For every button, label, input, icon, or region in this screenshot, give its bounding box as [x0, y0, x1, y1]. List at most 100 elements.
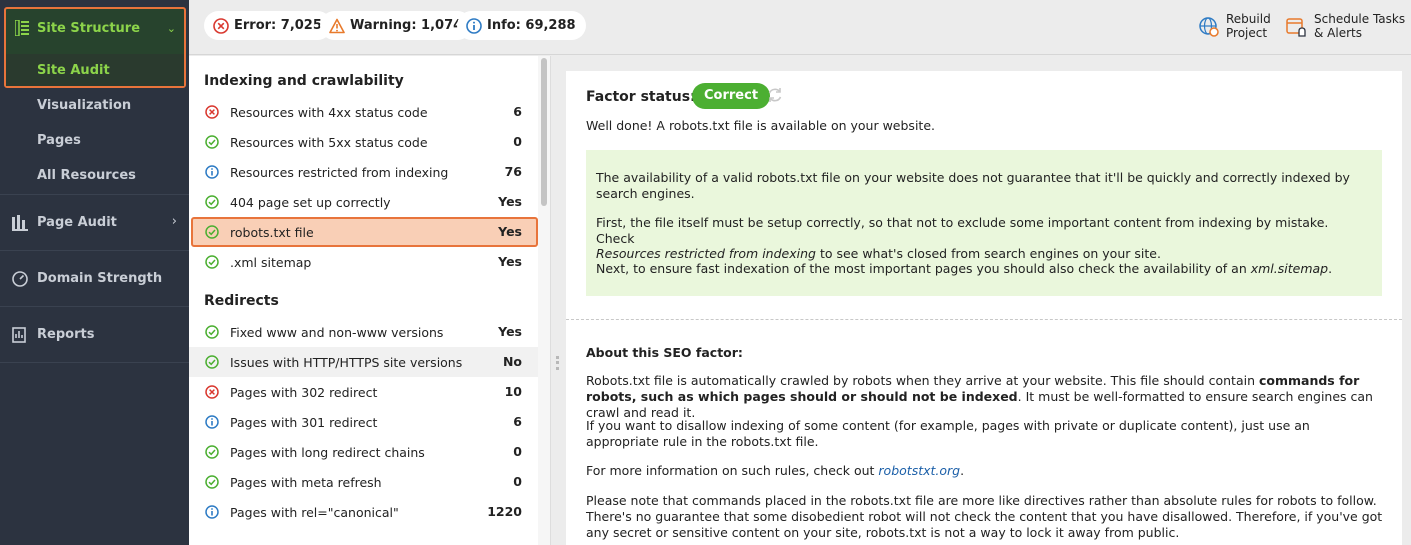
sidebar-item-label: Domain Strength: [37, 271, 163, 286]
section-title: Indexing and crawlability: [204, 73, 404, 89]
warning-icon: [329, 18, 345, 34]
sidebar-item-page-audit[interactable]: Page Audit ›: [0, 201, 189, 245]
factor-label: 404 page set up correctly: [230, 195, 391, 210]
check-circle-icon: [205, 135, 219, 149]
drag-handle[interactable]: [556, 356, 559, 370]
sidebar-item-label: Reports: [37, 327, 95, 342]
factor-row[interactable]: Pages with 302 redirect 10: [189, 377, 538, 407]
check-circle-icon: [205, 475, 219, 489]
factor-row[interactable]: Resources with 5xx status code 0: [189, 127, 538, 157]
factor-summary: Well done! A robots.txt file is availabl…: [586, 118, 935, 133]
schedule-label-line1: Schedule Tasks: [1314, 12, 1406, 26]
warning-count: Warning: 1,074: [350, 18, 463, 33]
factor-value: Yes: [498, 324, 522, 339]
panel-splitter[interactable]: [551, 56, 565, 545]
factor-value: Yes: [498, 224, 522, 239]
factor-row[interactable]: Pages with long redirect chains 0: [189, 437, 538, 467]
factor-row[interactable]: robots.txt file Yes: [191, 217, 538, 247]
factor-label: Pages with long redirect chains: [230, 445, 425, 460]
check-circle-icon: [205, 445, 219, 459]
sidebar-item-label: Site Audit: [37, 63, 110, 78]
top-bar: Error: 7,025 Warning: 1,074 Info: 69,288…: [189, 0, 1411, 55]
factor-row[interactable]: Fixed www and non-www versions Yes: [189, 317, 538, 347]
factor-row[interactable]: Pages with 301 redirect 6: [189, 407, 538, 437]
sidebar-item-label: Page Audit: [37, 215, 117, 230]
about-paragraph: Robots.txt file is automatically crawled…: [586, 373, 1373, 420]
factor-row[interactable]: Pages with rel="canonical" 1220: [189, 497, 538, 527]
status-badge: Correct: [692, 83, 771, 109]
rebuild-label-line1: Rebuild: [1226, 12, 1271, 26]
factor-row[interactable]: Issues with HTTP/HTTPS site versions No: [189, 347, 538, 377]
about-paragraph: Please note that commands placed in the …: [586, 493, 1383, 540]
section-title: Redirects: [204, 293, 279, 309]
sidebar-item-all-resources[interactable]: All Resources: [37, 168, 136, 183]
divider: [566, 319, 1402, 320]
factor-label: Pages with 301 redirect: [230, 415, 378, 430]
factor-row[interactable]: .xml sitemap Yes: [189, 247, 538, 277]
factor-label: Issues with HTTP/HTTPS site versions: [230, 355, 463, 370]
sidebar-item-pages[interactable]: Pages: [37, 133, 81, 148]
schedule-tasks-button[interactable]: Schedule Tasks & Alerts: [1286, 12, 1406, 40]
about-title: About this SEO factor:: [586, 345, 743, 360]
check-circle-icon: [205, 325, 219, 339]
scrollbar-thumb[interactable]: [541, 58, 547, 206]
factor-label: Pages with rel="canonical": [230, 505, 399, 520]
sidebar-item-visualization[interactable]: Visualization: [37, 98, 131, 113]
factor-detail-panel: Factor status: Correct Well done! A robo…: [566, 71, 1402, 545]
sidebar-item-label: Site Structure: [37, 21, 141, 36]
recommendation-paragraph: Next, to ensure fast indexation of the m…: [596, 261, 1333, 276]
info-count: Info: 69,288: [487, 18, 576, 33]
about-paragraph: For more information on such rules, chec…: [586, 463, 965, 478]
factor-label: Resources with 4xx status code: [230, 105, 428, 120]
factor-value: 10: [504, 384, 522, 399]
divider: [0, 362, 189, 363]
refresh-icon[interactable]: [766, 86, 784, 104]
factor-value: 1220: [487, 504, 522, 519]
factor-value: 0: [513, 134, 522, 149]
schedule-label-line2: & Alerts: [1314, 26, 1362, 40]
factor-value: 6: [513, 104, 522, 119]
error-count: Error: 7,025: [234, 18, 322, 33]
sidebar-item-site-audit[interactable]: Site Audit: [6, 54, 184, 86]
chevron-down-icon: ⌄: [166, 22, 176, 35]
factor-value: 76: [504, 164, 522, 179]
info-circle-icon: [205, 505, 219, 519]
factor-value: 6: [513, 414, 522, 429]
divider: [0, 250, 189, 251]
check-circle-icon: [205, 195, 219, 209]
divider: [0, 194, 189, 195]
error-count-badge[interactable]: Error: 7,025: [204, 11, 332, 40]
factor-value: Yes: [498, 194, 522, 209]
robotstxt-link[interactable]: robotstxt.org: [878, 463, 960, 478]
rebuild-project-button[interactable]: Rebuild Project: [1199, 12, 1271, 40]
divider: [0, 306, 189, 307]
factor-row[interactable]: Resources restricted from indexing 76: [189, 157, 538, 187]
chevron-right-icon: ›: [171, 214, 177, 229]
factor-row[interactable]: 404 page set up correctly Yes: [189, 187, 538, 217]
error-circle-icon: [205, 105, 219, 119]
calendar-alert-icon: [1286, 18, 1306, 37]
page-audit-icon: [12, 215, 28, 231]
factor-status-label: Factor status:: [586, 89, 696, 105]
recommendation-paragraph: The availability of a valid robots.txt f…: [596, 170, 1350, 201]
sidebar-item-reports[interactable]: Reports: [0, 313, 189, 357]
warning-count-badge[interactable]: Warning: 1,074: [320, 11, 473, 40]
check-circle-icon: [205, 255, 219, 269]
factor-label: robots.txt file: [230, 225, 314, 240]
globe-refresh-icon: [1199, 17, 1219, 37]
error-icon: [213, 18, 229, 34]
factor-label: Resources with 5xx status code: [230, 135, 428, 150]
info-count-badge[interactable]: Info: 69,288: [457, 11, 586, 40]
factor-row[interactable]: Resources with 4xx status code 6: [189, 97, 538, 127]
about-paragraph: If you want to disallow indexing of some…: [586, 418, 1310, 449]
site-structure-icon: [15, 20, 29, 36]
recommendation-paragraph: First, the file itself must be setup cor…: [596, 215, 1329, 261]
factor-value: Yes: [498, 254, 522, 269]
factor-list: Indexing and crawlability Resources with…: [189, 56, 551, 545]
sidebar-item-site-structure[interactable]: Site Structure ⌄: [6, 9, 184, 52]
rebuild-label-line2: Project: [1226, 26, 1268, 40]
check-circle-icon: [205, 355, 219, 369]
sidebar-item-domain-strength[interactable]: Domain Strength: [0, 257, 189, 301]
factor-value: No: [502, 354, 522, 369]
factor-row[interactable]: Pages with meta refresh 0: [189, 467, 538, 497]
